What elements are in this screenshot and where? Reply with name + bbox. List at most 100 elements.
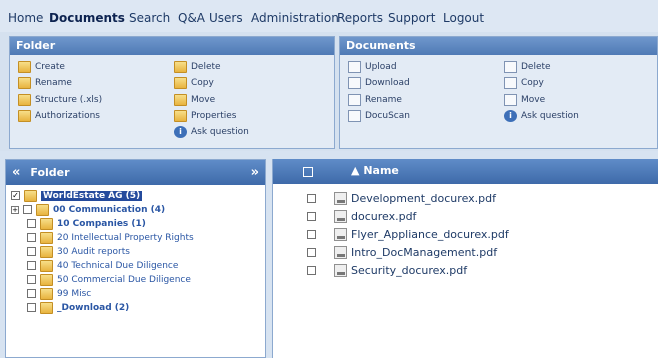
- tree-checkbox[interactable]: [11, 191, 20, 200]
- menu-home[interactable]: Home: [8, 11, 43, 25]
- tree-item-download[interactable]: _Download (2): [27, 301, 129, 314]
- doc-ask-question-label: Ask question: [521, 111, 579, 121]
- folder-structure-action[interactable]: Structure (.xls): [18, 93, 102, 107]
- menu-users[interactable]: Users: [209, 11, 243, 25]
- folder-authorizations-action[interactable]: Authorizations: [18, 109, 100, 123]
- doc-download-action[interactable]: Download: [348, 76, 410, 90]
- folder-actions-panel: Folder Create Rename Structure (.xls) Au…: [9, 36, 335, 149]
- folder-move-label: Move: [191, 95, 216, 105]
- tree-checkbox[interactable]: [27, 219, 36, 228]
- document-name[interactable]: Security_docurex.pdf: [351, 264, 467, 277]
- folder-rename-icon: [18, 77, 31, 89]
- expand-right-icon[interactable]: »: [251, 165, 259, 180]
- folder-delete-icon: [174, 61, 187, 73]
- menu-logout[interactable]: Logout: [443, 11, 484, 25]
- folder-tree-title: Folder: [30, 166, 70, 179]
- menu-reports[interactable]: Reports: [337, 11, 383, 25]
- tree-item-technical-dd[interactable]: 40 Technical Due Diligence: [27, 259, 178, 272]
- folder-icon: [40, 259, 53, 272]
- folder-delete-action[interactable]: Delete: [174, 60, 221, 74]
- tree-item-label: _Download (2): [57, 302, 130, 313]
- document-checkbox[interactable]: [307, 248, 316, 257]
- doc-rename-action[interactable]: Rename: [348, 93, 402, 107]
- tree-item-communication[interactable]: + 00 Communication (4): [11, 203, 165, 216]
- tree-item-commercial-dd[interactable]: 50 Commercial Due Diligence: [27, 273, 191, 286]
- document-name[interactable]: Development_docurex.pdf: [351, 192, 496, 205]
- folder-rename-action[interactable]: Rename: [18, 76, 72, 90]
- tree-checkbox[interactable]: [27, 303, 36, 312]
- document-row[interactable]: Intro_DocManagement.pdf: [273, 244, 658, 261]
- doc-ask-question-action[interactable]: i Ask question: [504, 109, 579, 123]
- select-all-checkbox[interactable]: [303, 167, 313, 177]
- collapse-left-icon[interactable]: «: [12, 165, 20, 180]
- folder-ask-question-action[interactable]: i Ask question: [174, 125, 249, 139]
- document-row[interactable]: docurex.pdf: [273, 208, 658, 225]
- document-checkbox[interactable]: [307, 194, 316, 203]
- doc-docuscan-action[interactable]: DocuScan: [348, 109, 410, 123]
- documents-actions-panel: Documents Upload Download Rename DocuSca…: [339, 36, 658, 149]
- folder-properties-action[interactable]: Properties: [174, 109, 236, 123]
- folder-create-label: Create: [35, 62, 65, 72]
- tree-checkbox[interactable]: [27, 275, 36, 284]
- folder-move-action[interactable]: Move: [174, 93, 215, 107]
- folder-copy-icon: [174, 77, 187, 89]
- doc-rename-label: Rename: [365, 95, 402, 105]
- folder-copy-action[interactable]: Copy: [174, 76, 214, 90]
- folder-authorizations-icon: [18, 110, 31, 122]
- menu-administration[interactable]: Administration: [251, 11, 339, 25]
- folder-copy-label: Copy: [191, 78, 214, 88]
- menu-search[interactable]: Search: [129, 11, 170, 25]
- rename-icon: [348, 94, 361, 106]
- tree-item-label: WorldEstate AG (5): [41, 190, 143, 201]
- documents-panel-title: Documents: [340, 37, 657, 55]
- copy-document-icon: [504, 77, 517, 89]
- tree-checkbox[interactable]: [23, 205, 32, 214]
- tree-checkbox[interactable]: [27, 289, 36, 298]
- tree-item-worldestate[interactable]: WorldEstate AG (5): [11, 189, 143, 202]
- tree-checkbox[interactable]: [27, 261, 36, 270]
- doc-move-action[interactable]: Move: [504, 93, 545, 107]
- doc-upload-action[interactable]: Upload: [348, 60, 397, 74]
- tree-checkbox[interactable]: [27, 233, 36, 242]
- document-name[interactable]: docurex.pdf: [351, 210, 416, 223]
- tree-item-label: 30 Audit reports: [57, 246, 130, 257]
- tree-checkbox[interactable]: [27, 247, 36, 256]
- folder-icon: [36, 203, 49, 216]
- document-checkbox[interactable]: [307, 266, 316, 275]
- pdf-file-icon: [334, 264, 347, 277]
- tree-item-companies[interactable]: 10 Companies (1): [27, 217, 146, 230]
- document-checkbox[interactable]: [307, 230, 316, 239]
- folder-icon: [40, 217, 53, 230]
- menu-documents[interactable]: Documents: [49, 11, 125, 25]
- folder-create-action[interactable]: Create: [18, 60, 65, 74]
- document-name[interactable]: Intro_DocManagement.pdf: [351, 246, 497, 259]
- folder-icon: [40, 231, 53, 244]
- folder-create-icon: [18, 61, 31, 73]
- document-row[interactable]: Security_docurex.pdf: [273, 262, 658, 279]
- doc-download-label: Download: [365, 78, 410, 88]
- document-row[interactable]: Flyer_Appliance_docurex.pdf: [273, 226, 658, 243]
- name-column-header[interactable]: ▲ Name: [351, 164, 399, 177]
- folder-delete-label: Delete: [191, 62, 221, 72]
- folder-structure-label: Structure (.xls): [35, 95, 103, 105]
- tree-item-ip-rights[interactable]: 20 Intellectual Property Rights: [27, 231, 194, 244]
- doc-copy-action[interactable]: Copy: [504, 76, 544, 90]
- document-row[interactable]: Development_docurex.pdf: [273, 190, 658, 207]
- menu-qa[interactable]: Q&A: [178, 11, 205, 25]
- tree-item-misc[interactable]: 99 Misc: [27, 287, 91, 300]
- tree-item-label: 00 Communication (4): [53, 204, 166, 215]
- plus-icon[interactable]: +: [11, 205, 19, 214]
- sort-ascending-icon: ▲: [351, 164, 360, 177]
- menu-support[interactable]: Support: [388, 11, 435, 25]
- folder-properties-label: Properties: [191, 111, 237, 121]
- folder-icon: [40, 301, 53, 314]
- document-name[interactable]: Flyer_Appliance_docurex.pdf: [351, 228, 509, 241]
- doc-docuscan-label: DocuScan: [365, 111, 410, 121]
- doc-copy-label: Copy: [521, 78, 544, 88]
- main-menu: Home Documents Search Q&A Users Administ…: [0, 0, 658, 32]
- doc-delete-action[interactable]: Delete: [504, 60, 551, 74]
- tree-item-audit-reports[interactable]: 30 Audit reports: [27, 245, 130, 258]
- document-checkbox[interactable]: [307, 212, 316, 221]
- delete-document-icon: [504, 61, 517, 73]
- document-list-panel: ▲ Name Development_docurex.pdf docurex.p…: [272, 159, 658, 358]
